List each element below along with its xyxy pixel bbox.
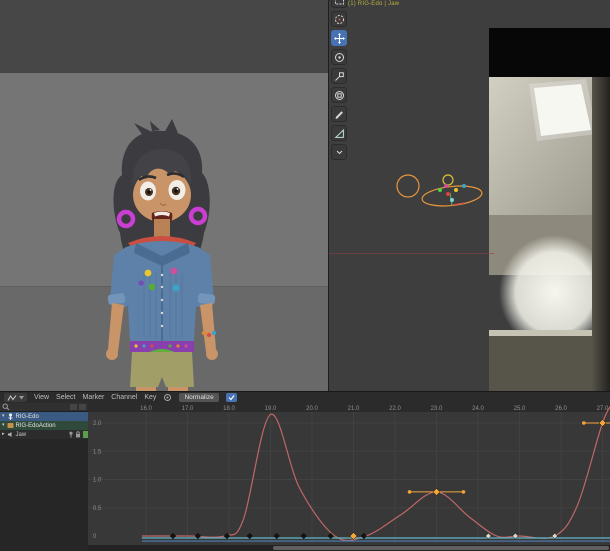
auto-normalize-toggle[interactable] [225,393,237,402]
ruler-label: 26.0 [555,406,567,412]
collapse-triangle-icon[interactable]: ▾ [2,414,5,419]
viewport-right[interactable]: (1) RIG-Edo | Jaw [329,0,610,392]
graph-background [88,403,610,551]
cursor-tool-button[interactable] [331,11,347,27]
menu-marker[interactable]: Marker [83,394,105,401]
ruler-label: 25.0 [514,406,526,412]
action-icon [7,423,14,428]
rotate-tool-button[interactable] [331,49,347,65]
keyframe-handle-point[interactable] [461,490,466,494]
transform-tool-button[interactable] [331,87,347,103]
speaker-icon [7,432,12,437]
viewport-divider[interactable] [328,0,329,392]
keyframe-handle-point[interactable] [407,490,412,494]
yaxis-label: 1.0 [93,478,102,484]
measure-tool-button[interactable] [331,125,347,141]
annotate-tool-button[interactable] [331,106,347,122]
yaxis-label: 0.5 [93,506,102,512]
graph-editor-menubar: View Select Marker Channel Key [34,394,156,401]
search-icon[interactable] [2,403,10,411]
graph-editor-header: View Select Marker Channel Key Normalize [0,392,610,403]
menu-channel[interactable]: Channel [111,394,137,401]
ruler-label: 21.0 [348,406,360,412]
move-tool-button[interactable] [331,30,347,46]
box-select-tool-button[interactable] [331,0,347,8]
grid-axis-line [329,253,494,254]
fcurve-graph-area[interactable]: 16.0 17.0 18.0 19.0 20.0 21.0 22.0 23.0 24.0 25.0… [88,403,610,551]
filter-toggle-icon[interactable] [70,404,77,410]
channel-panel: ▾ RIG-Edo ▾ RIG-EdoAction ▸ Jaw [0,403,88,551]
editor-type-button[interactable] [4,393,27,402]
filter-options-icon[interactable] [79,404,86,410]
ruler-label: 23.0 [431,406,443,412]
scale-tool-button[interactable] [331,68,347,84]
ruler-label: 24.0 [472,406,484,412]
viewport-info-text: (1) RIG-Edo | Jaw [348,1,400,7]
ruler-label: 20.0 [306,406,318,412]
character-model[interactable] [106,119,218,392]
menu-key[interactable]: Key [144,394,156,401]
viewport-toolbar [331,0,347,160]
expand-triangle-icon[interactable]: ▸ [2,432,5,437]
menu-select[interactable]: Select [56,394,75,401]
ruler-label: 19.0 [265,406,277,412]
keyframe-handle-point[interactable] [582,421,586,425]
channel-row-rig-edo[interactable]: ▾ RIG-Edo [0,412,88,421]
channel-row-action[interactable]: ▾ RIG-EdoAction [0,421,88,430]
right-viewport-canvas [396,28,610,392]
yaxis-label: 2.0 [93,421,102,427]
ruler-label: 17.0 [182,406,194,412]
ruler-label: 18.0 [223,406,235,412]
channel-label: Jaw [15,431,27,438]
ruler-label: 22.0 [389,406,401,412]
channel-row-toggles [68,431,81,438]
face-rig-controls[interactable] [396,174,483,209]
left-viewport-canvas [0,0,329,392]
viewport-left[interactable] [0,0,329,392]
channel-row-jaw[interactable]: ▸ Jaw [0,430,88,439]
graph-hscrollbar-handle[interactable] [273,546,609,550]
toolbar-expand-chevron[interactable] [331,144,347,160]
blender-window: (1) RIG-Edo | Jaw View Select Marker Channe… [0,0,610,551]
ruler-label: 16.0 [140,406,152,412]
reference-image [489,28,610,392]
armature-icon [8,413,13,420]
normalize-button[interactable]: Normalize [179,393,219,402]
channel-label: RIG-EdoAction [15,422,56,429]
channel-search-row [0,403,88,412]
yaxis-label: 1.5 [93,449,102,455]
collapse-triangle-icon[interactable]: ▾ [2,423,5,428]
lock-icon[interactable] [75,431,81,438]
cursor-follow-icon[interactable] [163,393,172,402]
channel-label: RIG-Edo [15,413,39,420]
pin-icon[interactable] [68,431,74,438]
menu-view[interactable]: View [34,394,49,401]
